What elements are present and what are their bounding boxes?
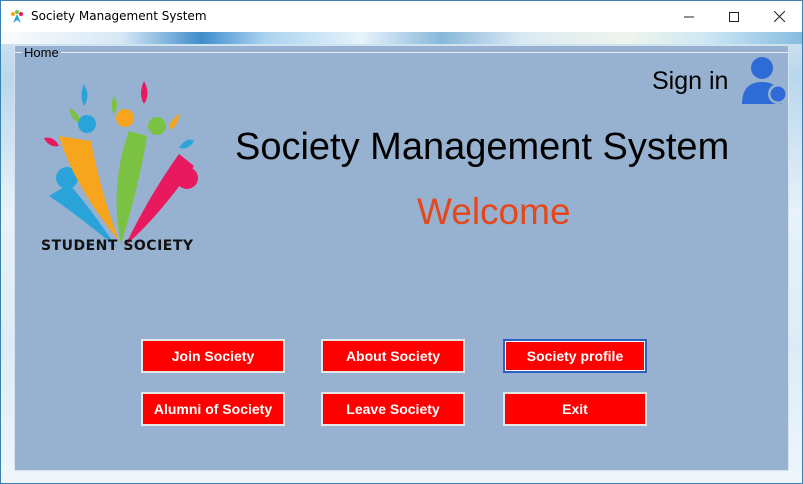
- alumni-of-society-button[interactable]: Alumni of Society: [141, 392, 285, 426]
- sign-in-label[interactable]: Sign in: [652, 67, 728, 96]
- student-society-logo: [44, 81, 198, 248]
- app-window: Society Management System Home STUDENT S…: [0, 0, 803, 484]
- home-groupbox: Home STUDENT SOCIETY Sign in Society Man…: [14, 45, 789, 471]
- close-icon: [773, 11, 785, 22]
- exit-button[interactable]: Exit: [503, 392, 647, 426]
- groupbox-label: Home: [22, 45, 61, 60]
- welcome-text: Welcome: [417, 191, 571, 232]
- about-society-button[interactable]: About Society: [321, 339, 465, 373]
- logo-text: STUDENT SOCIETY: [41, 238, 194, 254]
- window-title: Society Management System: [31, 9, 207, 23]
- page-title: Society Management System: [235, 126, 730, 168]
- groupbox-border: [15, 52, 788, 53]
- maximize-icon: [729, 11, 739, 22]
- background-image: [1, 32, 802, 44]
- title-bar[interactable]: Society Management System: [1, 1, 802, 32]
- leave-society-button[interactable]: Leave Society: [321, 392, 465, 426]
- user-icon[interactable]: [742, 54, 790, 106]
- join-society-button[interactable]: Join Society: [141, 339, 285, 373]
- minimize-button[interactable]: [666, 1, 712, 32]
- maximize-button[interactable]: [711, 1, 757, 32]
- client-area: Home STUDENT SOCIETY Sign in Society Man…: [1, 32, 802, 483]
- app-icon: [9, 8, 25, 24]
- society-profile-button[interactable]: Society profile: [503, 339, 647, 373]
- close-button[interactable]: [756, 1, 802, 32]
- minimize-icon: [684, 16, 694, 17]
